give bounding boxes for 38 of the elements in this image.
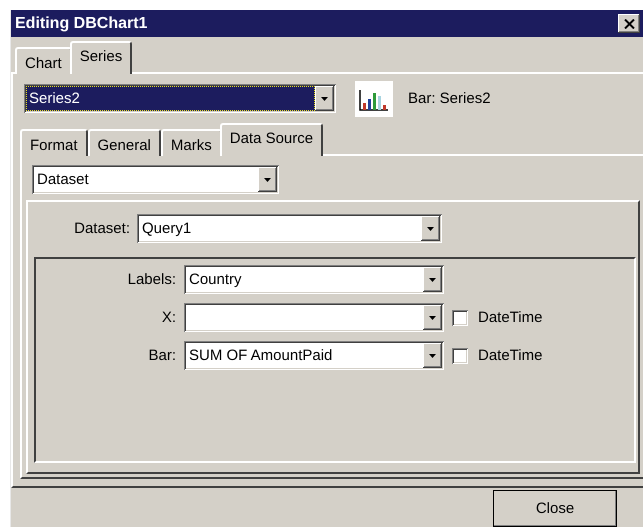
- tab[interactable]: Data Source: [220, 123, 324, 156]
- dropdown-field[interactable]: SUM OF AmountPaid: [184, 341, 444, 370]
- dropdown-button[interactable]: [423, 267, 442, 292]
- bar-chart-icon[interactable]: [355, 80, 393, 116]
- tab[interactable]: Format: [20, 129, 88, 156]
- checkbox[interactable]: [452, 310, 468, 326]
- dropdown-field[interactable]: [184, 303, 444, 332]
- close-button[interactable]: [618, 14, 640, 33]
- caret-icon: [264, 178, 271, 182]
- caret-icon: [429, 316, 436, 320]
- checkbox-label[interactable]: DateTime: [478, 309, 542, 326]
- field-label: Labels:: [126, 271, 177, 288]
- dropdown-field[interactable]: Dataset: [32, 165, 279, 194]
- tab[interactable]: Chart: [15, 47, 72, 74]
- dropdown-field[interactable]: Series2: [24, 84, 336, 113]
- dropdown-button[interactable]: [258, 167, 277, 192]
- caret-icon: [429, 278, 436, 282]
- series-type-label: Bar: Series2: [408, 90, 491, 107]
- caret-icon: [427, 226, 434, 230]
- dropdown-field[interactable]: Query1: [137, 214, 442, 243]
- checkbox-label[interactable]: DateTime: [478, 347, 542, 364]
- field-label: Bar:: [147, 347, 177, 364]
- dropdown-button[interactable]: [421, 216, 440, 241]
- close-icon: [624, 18, 634, 28]
- dropdown-field[interactable]: Country: [184, 265, 444, 294]
- close-button[interactable]: Close: [493, 490, 617, 527]
- dropdown-button[interactable]: [315, 86, 334, 111]
- field-label: Dataset:: [73, 220, 131, 237]
- caret-icon: [321, 96, 328, 100]
- dropdown-button[interactable]: [423, 343, 442, 368]
- caret-icon: [429, 354, 436, 358]
- tab[interactable]: Marks: [160, 129, 222, 156]
- tab[interactable]: Series: [70, 41, 132, 74]
- checkbox[interactable]: [452, 348, 468, 364]
- window-title: Editing DBChart1: [15, 14, 148, 32]
- dropdown-button[interactable]: [423, 305, 442, 330]
- field-label: X:: [160, 309, 177, 326]
- tab[interactable]: General: [88, 129, 161, 156]
